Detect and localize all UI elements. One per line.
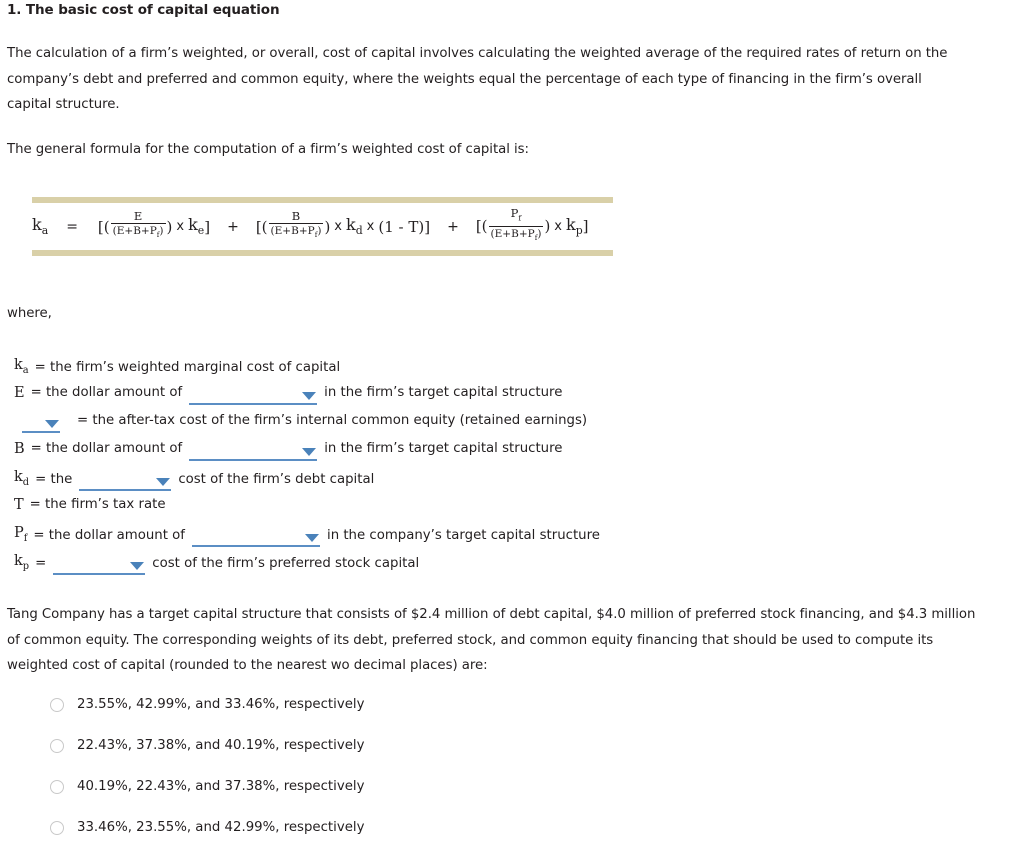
definition-symbol-e: E [14,385,25,401]
term2-numerator: B [291,208,301,223]
question-page: 1. The basic cost of capital equation Th… [0,0,1024,860]
term3-denominator: (E+B+Pf) [488,225,544,242]
term2-close-paren: ) [324,217,331,236]
radio-icon[interactable] [50,738,64,753]
definition-pf: Pf = the dollar amount of in the company… [14,523,600,549]
option-label: 40.19%, 22.43%, and 37.38%, respectively [77,779,365,794]
formula-term-debt: [( B (E+B+Pf) ) x kd x (1 - T) ] [255,208,431,242]
definition-post-text-e: in the firm’s target capital structure [324,385,563,400]
term2-denominator: (E+B+Pf) [268,222,324,240]
term1-open: [( [97,217,110,236]
definition-symbol-pf: Pf [14,525,28,544]
chevron-down-icon [130,562,145,571]
where-label: where, [7,306,52,321]
term3-times: x [554,218,562,234]
definition-ke: = the after-tax cost of the firm’s inter… [22,411,588,433]
term3-numerator: Pf [510,206,522,223]
definition-symbol-ka: ka [14,357,29,376]
radio-icon[interactable] [50,779,64,794]
dropdown-preferred-amount[interactable] [192,530,320,548]
radio-icon[interactable] [50,697,64,712]
definition-t: T = the firm’s tax rate [14,495,166,515]
formula-equals: = [66,218,78,235]
term2-open: [( [255,217,268,236]
option-row[interactable]: 40.19%, 22.43%, and 37.38%, respectively [50,779,364,794]
term1-fraction: E (E+B+Pf) [110,208,166,241]
cost-of-capital-formula: ka = [( E (E+B+Pf) ) x ke ] + [( B (E+B+… [32,203,589,250]
definition-symbol-t: T [14,497,24,513]
definition-post-text-pf: in the company’s target capital structur… [327,527,600,543]
dropdown-equity-amount[interactable] [189,388,318,405]
definition-kd: kd = the cost of the firm’s debt capital [14,467,374,493]
term3-close-paren: ) [544,217,551,236]
term3-close: ] [582,217,589,236]
term2-fraction: B (E+B+Pf) [268,208,324,241]
definition-symbol-kp: kp [14,553,30,572]
chevron-down-icon [156,478,171,487]
definition-pre-text-b: = the dollar amount of [30,441,183,456]
term2-times: x [334,219,342,234]
term1-close-paren: ) [166,217,173,236]
option-label: 23.55%, 42.99%, and 33.46%, respectively [77,697,365,712]
option-row[interactable]: 23.55%, 42.99%, and 33.46%, respectively [50,697,364,712]
option-row[interactable]: 22.43%, 37.38%, and 40.19%, respectively [50,738,364,753]
dropdown-debt-amount[interactable] [189,444,318,461]
definition-symbol-b: B [14,441,25,457]
formula-lead-text: The general formula for the computation … [7,142,529,157]
chevron-down-icon [305,534,319,543]
definition-post-text-kp: cost of the firm’s preferred stock capit… [152,555,420,571]
definition-pre-text-kd: = the [35,471,73,487]
definition-pre-text-e: = the dollar amount of [30,385,183,400]
term1-close: ] [204,217,211,236]
chevron-down-icon [302,447,317,456]
term2-times-2: x [366,219,375,234]
dropdown-debt-cost-basis[interactable] [79,474,172,492]
intro-paragraph: The calculation of a firm’s weighted, or… [7,46,948,113]
formula-lhs: ka [32,215,49,238]
dropdown-after-tax-cost-symbol[interactable] [22,416,60,433]
chevron-down-icon [302,391,317,400]
term1-denominator: (E+B+Pf) [110,222,166,240]
definition-post-text-ke: = the after-tax cost of the firm’s inter… [77,413,588,428]
definition-pre-text-kp: = [35,555,47,571]
problem-paragraph: Tang Company has a target capital struct… [7,607,976,674]
formula-term-preferred: [( Pf (E+B+Pf) ) x kp ] [475,206,589,244]
definition-text-ka: = the firm’s weighted marginal cost of c… [34,359,341,375]
radio-icon[interactable] [50,820,64,835]
term2-tax-factor: (1 - T) [378,217,425,236]
term3-fraction: Pf (E+B+Pf) [488,206,544,243]
definition-ka: ka = the firm’s weighted marginal cost o… [14,355,340,381]
definition-symbol-kd: kd [14,469,30,488]
formula-term-equity: [( E (E+B+Pf) ) x ke ] [97,208,211,242]
definition-e: E = the dollar amount of in the firm’s t… [14,383,563,405]
definition-kp: kp = cost of the firm’s preferred stock … [14,551,419,577]
definition-post-text-kd: cost of the firm’s debt capital [178,471,375,487]
formula-plus-1: + [227,218,239,235]
term1-factor: ke [188,215,205,238]
term1-numerator: E [133,208,143,223]
term2-close: ] [424,217,431,236]
chevron-down-icon [45,419,59,428]
term3-open: [( [475,217,488,236]
definition-b: B = the dollar amount of in the firm’s t… [14,439,563,461]
definition-post-text-b: in the firm’s target capital structure [324,441,563,456]
definition-text-t: = the firm’s tax rate [29,497,166,512]
page-title: 1. The basic cost of capital equation [7,2,280,18]
formula-band: ka = [( E (E+B+Pf) ) x ke ] + [( B (E+B+… [32,197,613,256]
option-row[interactable]: 33.46%, 23.55%, and 42.99%, respectively [50,820,364,835]
option-label: 22.43%, 37.38%, and 40.19%, respectively [77,738,365,753]
definition-pre-text-pf: = the dollar amount of [33,527,185,543]
term1-times: x [176,219,185,234]
term3-factor: kp [566,215,583,238]
dropdown-preferred-cost-basis[interactable] [53,558,146,576]
formula-plus-2: + [447,218,459,235]
term2-factor: kd [346,215,363,238]
option-label: 33.46%, 23.55%, and 42.99%, respectively [77,820,365,835]
